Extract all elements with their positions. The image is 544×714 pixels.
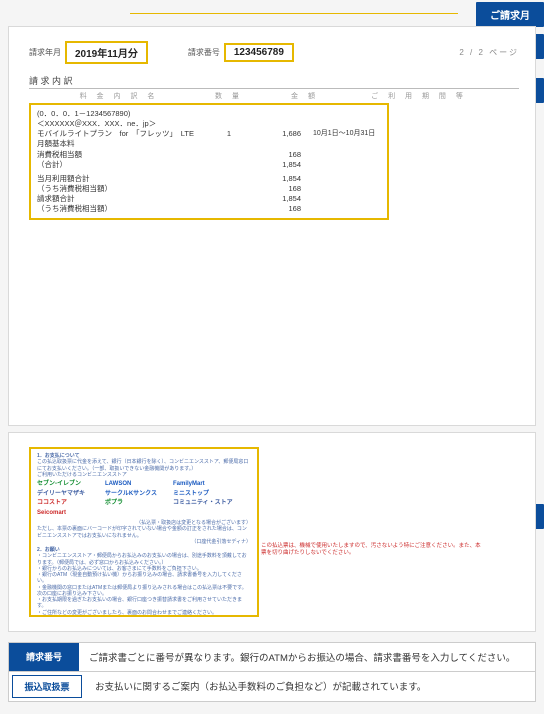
note-text: ・銀行のATM（現金自動預け払い機）からお振り込みの場合、請求書番号を入力してく… <box>37 572 251 585</box>
invoice-number-value: 123456789 <box>224 43 294 62</box>
leader-line <box>130 13 458 14</box>
store-logo: デイリーヤマザキ <box>37 491 99 499</box>
caution-red-note: この払込票は、機械で使用いたしますので、汚さないよう特にご注意ください。また、本… <box>261 543 481 558</box>
invoice-number-label: 請求番号 <box>188 47 220 58</box>
table-row: モバイルライトプラン for 「フレッツ」 LTE 月額基本料11,68610月… <box>37 129 381 149</box>
store-logo: コミュニティ・ストア <box>173 500 235 508</box>
table-row: （うち消費税相当額）168 <box>37 204 381 214</box>
note-text: ・お支払期限を過ぎたお支払いの場合、銀行口座つき振替請求書をご利用させていただき… <box>37 597 251 610</box>
note-text: ・ご住所などの変更がございましたら、裏面のお問合わせまでご連絡ください。 <box>37 610 251 616</box>
explanation-key: 請求番号 <box>9 643 79 671</box>
store-logo: ミニストップ <box>173 491 235 499</box>
table-row: 請求額合計1,854 <box>37 194 381 204</box>
table-row: （うち消費税相当額）168 <box>37 184 381 194</box>
store-logo: ポプラ <box>105 500 167 508</box>
store-logo: セブン-イレブン <box>37 481 99 489</box>
table-row: 当月利用額合計1,854 <box>37 174 381 184</box>
page-indicator: 2 / 2 ページ <box>459 47 519 58</box>
store-logo: FamilyMart <box>173 481 235 489</box>
table-row: （合計）1,854 <box>37 160 381 170</box>
store-logo: Seicomart <box>37 510 99 518</box>
note-text: ・コンビニエンスストア・郵便局からお払込みのお支払いの場合は、別途手数料を頂戴し… <box>37 553 251 566</box>
table-row: 消費税相当額168 <box>37 150 381 160</box>
payment-notes-box: 1．お支払について この払込取扱票に代金を添えて、銀行（日本銀行を除く）、コンビ… <box>29 447 259 617</box>
section-title: 請 求 内 訳 <box>29 74 519 89</box>
store-logo: LAWSON <box>105 481 167 489</box>
explanation-value: お支払いに関するご案内（お払込手数料のご負担など）が記載されています。 <box>85 672 535 701</box>
explanation-key: 振込取扱票 <box>12 675 82 698</box>
store-logo: サークルKサンクス <box>105 491 167 499</box>
detail-column-headers: 料 金 内 訳 名 数 量 金 額 ご 利 用 期 間 等 <box>29 89 519 103</box>
note-text: この払込取扱票に代金を添えて、銀行（日本銀行を除く）、コンビニエンスストア、郵便… <box>37 459 251 472</box>
col-qty: 数 量 <box>209 91 249 101</box>
detail-rows-box: (0．0．0．1－1234567890)＜XXXXXX＠XXX．XXX．ne．j… <box>29 103 389 220</box>
note-text: （口座代金引落セディナ） <box>37 539 251 545</box>
note-text: ただし、本票の裏面にバーコードが印字されていない場合や金額の訂正をされた場合は、… <box>37 526 251 539</box>
store-logo: ココストア <box>37 500 99 508</box>
convenience-store-logos: セブン-イレブン LAWSON FamilyMart デイリーヤマザキサークルKサンク… <box>37 481 251 517</box>
billing-month-value: 2019年11月分 <box>65 41 148 64</box>
table-row: ＜XXXXXX＠XXX．XXX．ne．jp＞ <box>37 119 381 129</box>
payment-slip-back: 1．お支払について この払込取扱票に代金を添えて、銀行（日本銀行を除く）、コンビ… <box>8 432 536 632</box>
callout-billing-month: ご請求月 <box>476 2 544 27</box>
bill-detail-page: 請求年月 2019年11月分 請求番号 123456789 2 / 2 ページ … <box>8 26 536 426</box>
note-text: ・金融機関の窓口またはATMまたは郵便局より振り込みされる場合はこの払込票は不要… <box>37 585 251 598</box>
explanation-table: 請求番号 ご請求書ごとに番号が異なります。銀行のATMからお振込の場合、請求書番… <box>8 642 536 702</box>
col-period: ご 利 用 期 間 等 <box>319 91 519 101</box>
bill-header-row: 請求年月 2019年11月分 請求番号 123456789 2 / 2 ページ <box>29 41 519 64</box>
explanation-row: 振込取扱票 お支払いに関するご案内（お払込手数料のご負担など）が記載されています… <box>9 672 535 701</box>
note-text: ご利用いただけるコンビニエンスストア <box>37 472 251 478</box>
col-amount: 金 額 <box>249 91 319 101</box>
explanation-row: 請求番号 ご請求書ごとに番号が異なります。銀行のATMからお振込の場合、請求書番… <box>9 643 535 672</box>
table-row: (0．0．0．1－1234567890) <box>37 109 381 119</box>
explanation-value: ご請求書ごとに番号が異なります。銀行のATMからお振込の場合、請求書番号を入力し… <box>79 643 535 671</box>
col-detail-name: 料 金 内 訳 名 <box>29 91 209 101</box>
billing-month-label: 請求年月 <box>29 47 61 58</box>
